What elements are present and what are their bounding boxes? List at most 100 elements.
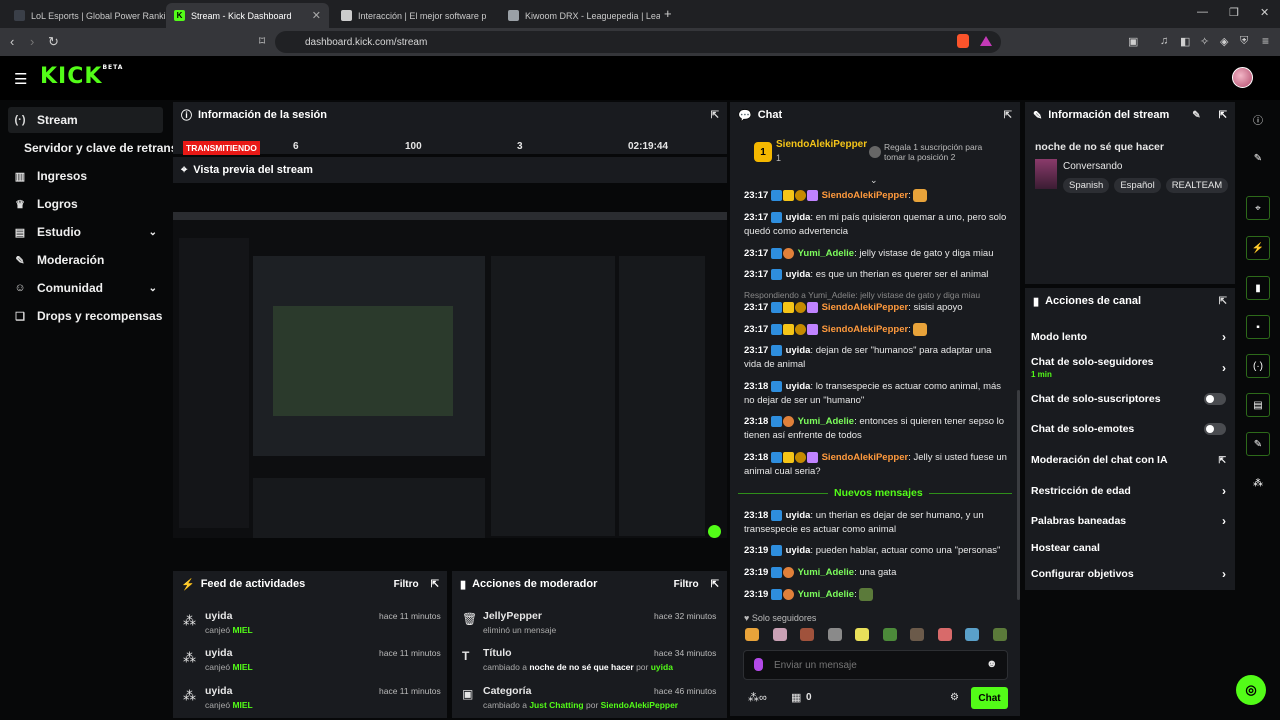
stream-category[interactable]: Conversando: [1063, 161, 1122, 172]
emote-icon[interactable]: [855, 628, 870, 641]
message-username[interactable]: SiendoAlekiPepper: [822, 324, 909, 335]
new-tab-icon[interactable]: +: [664, 6, 672, 21]
emotes-only-toggle[interactable]: [1204, 423, 1226, 435]
popout-icon[interactable]: ⇱: [711, 110, 719, 121]
mod-filter-button[interactable]: Filtro: [674, 579, 699, 590]
emote-icon[interactable]: [827, 628, 842, 641]
kick-logo[interactable]: KICKBETA: [40, 64, 123, 89]
chat-input[interactable]: [774, 656, 974, 674]
message-username[interactable]: uyida: [786, 381, 811, 392]
message-username[interactable]: SiendoAlekiPepper: [822, 302, 909, 313]
forward-icon[interactable]: ›: [30, 34, 34, 49]
message-username[interactable]: Yumi_Adelie: [798, 416, 855, 427]
emote-icon[interactable]: [772, 628, 787, 641]
redeem-icon[interactable]: ⁂: [1246, 471, 1270, 495]
message-username[interactable]: uyida: [786, 345, 811, 356]
settings-gear-icon[interactable]: ⚙: [950, 692, 959, 703]
sidebar-item-ingresos[interactable]: ▥ Ingresos: [8, 163, 163, 189]
info-icon[interactable]: ⓘ: [1246, 107, 1270, 131]
layout-icon[interactable]: ▤: [1246, 393, 1270, 417]
browser-tab-lol[interactable]: LoL Esports | Global Power Rankings: [6, 3, 166, 28]
sidebar-item-moderacion[interactable]: ✎ Moderación: [8, 247, 163, 273]
vpn-icon[interactable]: ⛨: [1240, 35, 1248, 48]
emote-icon[interactable]: [992, 628, 1007, 641]
message-username[interactable]: Yumi_Adelie: [798, 589, 855, 600]
tag[interactable]: Español: [1114, 178, 1161, 193]
media-icon[interactable]: ♫: [1160, 35, 1168, 47]
sidebar-item-server-key[interactable]: Servidor y clave de retransm: [19, 135, 174, 161]
message-username[interactable]: Yumi_Adelie: [798, 248, 855, 259]
hamburger-icon[interactable]: ☰: [14, 70, 27, 88]
chat-send-button[interactable]: Chat: [971, 687, 1008, 709]
window-close-icon[interactable]: ✕: [1260, 6, 1269, 19]
emote-icon[interactable]: [800, 628, 815, 641]
bolt-icon[interactable]: ⚡: [1246, 236, 1270, 260]
points-icon[interactable]: ⁂∞: [748, 691, 767, 704]
document-icon[interactable]: ▮: [1246, 276, 1270, 300]
edit-icon[interactable]: ✎: [1246, 146, 1270, 170]
message-username[interactable]: SiendoAlekiPepper: [822, 190, 909, 201]
pin-collapse-icon[interactable]: ⌄: [870, 175, 878, 186]
message-username[interactable]: uyida: [786, 212, 811, 223]
gifter-name[interactable]: SiendoAlekiPepper: [776, 139, 867, 150]
action-emotes-only[interactable]: Chat de solo-emotes: [1031, 422, 1226, 436]
emote-icon[interactable]: [910, 628, 925, 641]
browser-tab-kick[interactable]: K Stream - Kick Dashboard ✕: [166, 3, 329, 28]
action-subs-only[interactable]: Chat de solo-suscriptores: [1031, 392, 1226, 406]
reload-icon[interactable]: ↻: [48, 34, 59, 50]
sidebar-item-comunidad[interactable]: ☺ Comunidad ⌄: [8, 275, 163, 301]
chat-icon[interactable]: ▪: [1246, 315, 1270, 339]
crosshair-icon[interactable]: ⌖: [1246, 196, 1270, 220]
browser-tab-leaguepedia[interactable]: Kiwoom DRX - Leaguepedia | League: [500, 3, 660, 28]
avatar[interactable]: [1232, 67, 1253, 88]
back-icon[interactable]: ‹: [10, 34, 14, 49]
emoji-icon[interactable]: ☻: [986, 658, 998, 670]
wrench-icon[interactable]: ✎: [1246, 432, 1270, 456]
emote-cat-icon[interactable]: [745, 628, 759, 641]
rewards-icon[interactable]: [980, 36, 992, 46]
browser-tab-interaccion[interactable]: Interacción | El mejor software p: [333, 3, 498, 28]
message-username[interactable]: uyida: [786, 545, 811, 556]
bookmark-icon[interactable]: ⌑: [259, 34, 265, 48]
message-username[interactable]: Yumi_Adelie: [798, 567, 855, 578]
popout-icon[interactable]: ⇱: [1219, 110, 1227, 121]
brave-shield-icon[interactable]: [957, 34, 969, 48]
help-headset-icon[interactable]: ◎: [1236, 675, 1266, 705]
message-username[interactable]: uyida: [786, 269, 811, 280]
popout-icon[interactable]: ⇱: [1219, 296, 1227, 307]
action-banned-words[interactable]: Palabras baneadas ›: [1031, 514, 1226, 528]
popout-icon[interactable]: ⇱: [431, 579, 439, 590]
edit-icon[interactable]: ✎: [1192, 110, 1200, 121]
emote-icon[interactable]: [882, 628, 897, 641]
action-followers-only[interactable]: Chat de solo-seguidores 1 min ›: [1031, 356, 1226, 380]
maximize-icon[interactable]: ❐: [1229, 6, 1239, 19]
tag[interactable]: REALTEAM: [1165, 178, 1229, 193]
sidebar-item-estudio[interactable]: ▤ Estudio ⌄: [8, 219, 163, 245]
minimize-icon[interactable]: —: [1197, 6, 1208, 18]
tag[interactable]: Spanish: [1063, 178, 1110, 193]
address-input[interactable]: dashboard.kick.com/stream: [275, 31, 1001, 53]
chat-input-box[interactable]: ☻: [743, 650, 1008, 680]
wallet-icon[interactable]: ◈: [1220, 35, 1228, 48]
action-ai-moderation[interactable]: Moderación del chat con IA ⇱: [1031, 453, 1226, 467]
feed-filter-button[interactable]: Filtro: [394, 579, 419, 590]
sidebar-item-drops[interactable]: ❏ Drops y recompensas: [8, 303, 163, 329]
extensions-icon[interactable]: ▣: [1128, 35, 1138, 48]
close-icon[interactable]: ✕: [312, 9, 321, 22]
popout-icon[interactable]: ⇱: [1004, 110, 1012, 121]
sidebar-toggle-icon[interactable]: ◧: [1180, 35, 1190, 48]
action-slow-mode[interactable]: Modo lento ›: [1031, 330, 1226, 344]
menu-icon[interactable]: ≡: [1262, 34, 1269, 48]
action-host-channel[interactable]: Hostear canal: [1031, 541, 1226, 555]
broadcast-icon[interactable]: (·): [1246, 354, 1270, 378]
stream-preview-video[interactable]: [173, 212, 727, 538]
leo-icon[interactable]: ✧: [1200, 35, 1209, 48]
sidebar-item-stream[interactable]: (·) Stream: [8, 107, 163, 133]
action-goals[interactable]: Configurar objetivos ›: [1031, 567, 1226, 581]
chat-scrollbar[interactable]: [1017, 390, 1020, 600]
sidebar-item-logros[interactable]: ♛ Logros: [8, 191, 163, 217]
message-username[interactable]: SiendoAlekiPepper: [822, 452, 909, 463]
message-username[interactable]: uyida: [786, 510, 811, 521]
subs-only-toggle[interactable]: [1204, 393, 1226, 405]
emote-icon[interactable]: [965, 628, 980, 641]
